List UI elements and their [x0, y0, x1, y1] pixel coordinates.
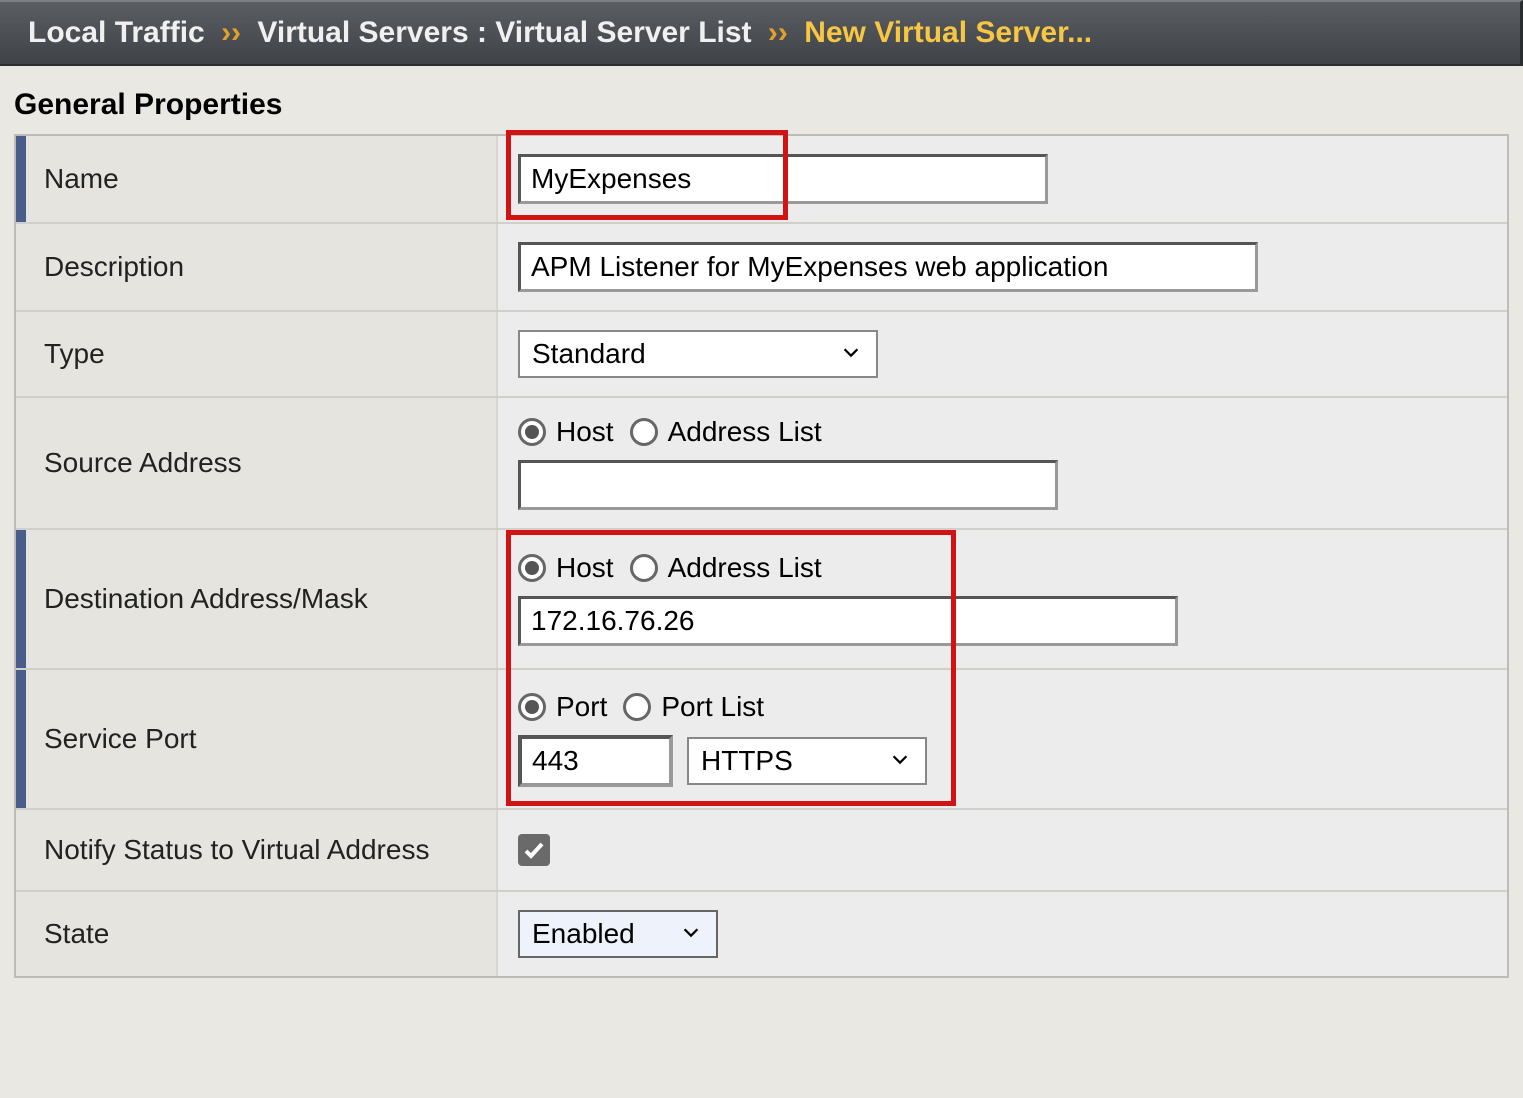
- chevron-down-icon: [680, 918, 702, 950]
- label-notify: Notify Status to Virtual Address: [16, 810, 496, 890]
- port-input[interactable]: [518, 735, 673, 787]
- row-notify: Notify Status to Virtual Address: [16, 810, 1507, 892]
- row-state: State Enabled: [16, 892, 1507, 976]
- destination-host-label: Host: [556, 552, 614, 584]
- breadcrumb-sep-icon: ››: [760, 16, 796, 49]
- section-title: General Properties: [0, 66, 1523, 134]
- port-list-radio[interactable]: [623, 693, 651, 721]
- state-select-value: Enabled: [532, 918, 635, 950]
- breadcrumb: Local Traffic ›› Virtual Servers : Virtu…: [0, 0, 1523, 66]
- source-host-label: Host: [556, 416, 614, 448]
- chevron-down-icon: [840, 338, 862, 370]
- port-list-radio-label: Port List: [661, 691, 764, 723]
- source-address-list-label: Address List: [668, 416, 822, 448]
- row-source-address: Source Address Host Address List: [16, 398, 1507, 530]
- label-name: Name: [16, 136, 496, 222]
- destination-address-list-radio[interactable]: [630, 554, 658, 582]
- row-service-port: Service Port Port Port List HTTPS: [16, 670, 1507, 810]
- protocol-select-value: HTTPS: [701, 745, 793, 777]
- chevron-down-icon: [889, 745, 911, 777]
- label-source-address: Source Address: [16, 398, 496, 528]
- row-destination: Destination Address/Mask Host Address Li…: [16, 530, 1507, 670]
- protocol-select[interactable]: HTTPS: [687, 737, 927, 785]
- label-description: Description: [16, 224, 496, 310]
- source-host-radio[interactable]: [518, 418, 546, 446]
- destination-host-radio[interactable]: [518, 554, 546, 582]
- row-name: Name: [16, 136, 1507, 224]
- source-address-list-radio[interactable]: [630, 418, 658, 446]
- type-select[interactable]: Standard: [518, 330, 878, 378]
- state-select[interactable]: Enabled: [518, 910, 718, 958]
- label-service-port: Service Port: [16, 670, 496, 808]
- label-state: State: [16, 892, 496, 976]
- type-select-value: Standard: [532, 338, 646, 370]
- source-address-input[interactable]: [518, 460, 1058, 510]
- port-radio[interactable]: [518, 693, 546, 721]
- description-input[interactable]: [518, 242, 1258, 292]
- destination-address-list-label: Address List: [668, 552, 822, 584]
- breadcrumb-part2[interactable]: Virtual Servers : Virtual Server List: [257, 16, 751, 49]
- label-destination: Destination Address/Mask: [16, 530, 496, 668]
- row-type: Type Standard: [16, 312, 1507, 398]
- breadcrumb-sep-icon: ››: [213, 16, 249, 49]
- breadcrumb-part1[interactable]: Local Traffic: [28, 16, 205, 49]
- port-radio-label: Port: [556, 691, 607, 723]
- notify-checkbox[interactable]: [518, 834, 550, 866]
- name-input[interactable]: [518, 154, 1048, 204]
- breadcrumb-current: New Virtual Server...: [804, 16, 1092, 49]
- label-type: Type: [16, 312, 496, 396]
- form-table: Name Description Type Standard Source Ad…: [14, 134, 1509, 978]
- row-description: Description: [16, 224, 1507, 312]
- destination-input[interactable]: [518, 596, 1178, 646]
